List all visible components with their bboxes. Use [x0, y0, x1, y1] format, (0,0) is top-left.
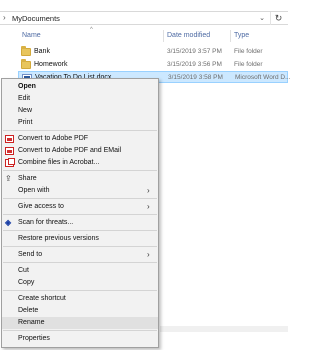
menu-item-label: Combine files in Acrobat...	[18, 159, 100, 166]
adobe-pdf-icon	[5, 135, 14, 143]
menu-item-label: Print	[18, 119, 33, 126]
menu-separator	[3, 130, 157, 131]
acrobat-combine-icon	[5, 158, 15, 167]
menu-item-delete[interactable]: Delete	[2, 305, 158, 317]
file-date: 3/15/2019 3:57 PM	[167, 48, 222, 55]
column-divider[interactable]	[230, 30, 231, 42]
menu-separator	[3, 290, 157, 291]
menu-item-rename[interactable]: Rename	[2, 317, 158, 329]
menu-item-new[interactable]: New	[2, 105, 158, 117]
address-path[interactable]: MyDocuments	[12, 14, 60, 23]
context-menu: Open Edit New Print Convert to Adobe PDF…	[1, 78, 159, 348]
menu-separator	[3, 198, 157, 199]
menu-item-scan-threats[interactable]: ◈ Scan for threats...	[2, 217, 158, 229]
file-name: Bank	[34, 48, 50, 55]
menu-item-share[interactable]: ⇪ Share	[2, 173, 158, 185]
submenu-arrow-icon: ›	[147, 186, 150, 195]
menu-item-label: Edit	[18, 95, 31, 102]
file-date: 3/15/2019 3:56 PM	[167, 61, 222, 68]
menu-item-label: Delete	[18, 307, 39, 314]
column-header-name[interactable]: Name	[22, 29, 41, 43]
sort-up-icon: ^	[90, 27, 93, 33]
menu-item-label: Cut	[18, 267, 29, 274]
menu-item-combine-acrobat[interactable]: Combine files in Acrobat...	[2, 157, 158, 169]
refresh-icon[interactable]: ↻	[270, 12, 286, 25]
menu-item-label: Restore previous versions	[18, 235, 99, 242]
menu-separator	[3, 262, 157, 263]
adobe-pdf-email-icon	[5, 147, 14, 155]
menu-separator	[3, 330, 157, 331]
menu-item-cut[interactable]: Cut	[2, 265, 158, 277]
menu-item-label: New	[18, 107, 33, 114]
menu-item-label: Give access to	[18, 203, 64, 210]
share-icon: ⇪	[5, 174, 12, 183]
menu-item-convert-pdf-email[interactable]: Convert to Adobe PDF and EMail	[2, 145, 158, 157]
menu-item-label: Copy	[18, 279, 35, 286]
menu-item-create-shortcut[interactable]: Create shortcut	[2, 293, 158, 305]
menu-item-label: Open with	[18, 187, 50, 194]
file-date: 3/15/2019 3:58 PM	[168, 74, 223, 81]
menu-item-restore-versions[interactable]: Restore previous versions	[2, 233, 158, 245]
menu-item-convert-pdf[interactable]: Convert to Adobe PDF	[2, 133, 158, 145]
column-divider[interactable]	[163, 30, 164, 42]
column-header-type[interactable]: Type	[234, 29, 249, 43]
file-type: File folder	[234, 48, 263, 55]
menu-item-label: Properties	[18, 335, 50, 342]
address-dropdown-icon[interactable]: ⌄	[256, 13, 268, 25]
menu-separator	[3, 214, 157, 215]
menu-item-open[interactable]: Open	[2, 81, 158, 93]
menu-item-label: Open	[18, 83, 36, 90]
submenu-arrow-icon: ›	[147, 202, 150, 211]
menu-item-label: Send to	[18, 251, 43, 258]
file-row-homework[interactable]: Homework 3/15/2019 3:56 PM File folder	[18, 59, 288, 71]
menu-item-edit[interactable]: Edit	[2, 93, 158, 105]
menu-item-give-access[interactable]: Give access to ›	[2, 201, 158, 213]
menu-separator	[3, 230, 157, 231]
menu-item-label: Convert to Adobe PDF and EMail	[18, 147, 122, 154]
menu-item-label: Rename	[18, 319, 45, 326]
menu-item-print[interactable]: Print	[2, 117, 158, 129]
file-type: Microsoft Word D...	[235, 74, 291, 81]
file-row-bank[interactable]: Bank 3/15/2019 3:57 PM File folder	[18, 46, 288, 58]
folder-icon	[21, 59, 31, 69]
menu-item-label: Share	[18, 175, 37, 182]
menu-item-label: Scan for threats...	[18, 219, 74, 226]
file-name: Homework	[34, 61, 68, 68]
breadcrumb-chevron-icon[interactable]: ›	[3, 13, 6, 22]
folder-icon	[21, 46, 31, 56]
menu-item-open-with[interactable]: Open with ›	[2, 185, 158, 197]
menu-item-properties[interactable]: Properties	[2, 333, 158, 345]
menu-separator	[3, 246, 157, 247]
file-type: File folder	[234, 61, 263, 68]
menu-item-label: Create shortcut	[18, 295, 66, 302]
menu-item-send-to[interactable]: Send to ›	[2, 249, 158, 261]
menu-separator	[3, 170, 157, 171]
submenu-arrow-icon: ›	[147, 250, 150, 259]
menu-item-copy[interactable]: Copy	[2, 277, 158, 289]
menu-item-label: Convert to Adobe PDF	[18, 135, 89, 142]
defender-shield-icon: ◈	[5, 218, 12, 227]
address-bar[interactable]: › MyDocuments ⌄ ↻	[0, 11, 288, 25]
column-header-date[interactable]: Date modified	[167, 29, 210, 43]
horizontal-scrollbar[interactable]	[160, 326, 288, 332]
